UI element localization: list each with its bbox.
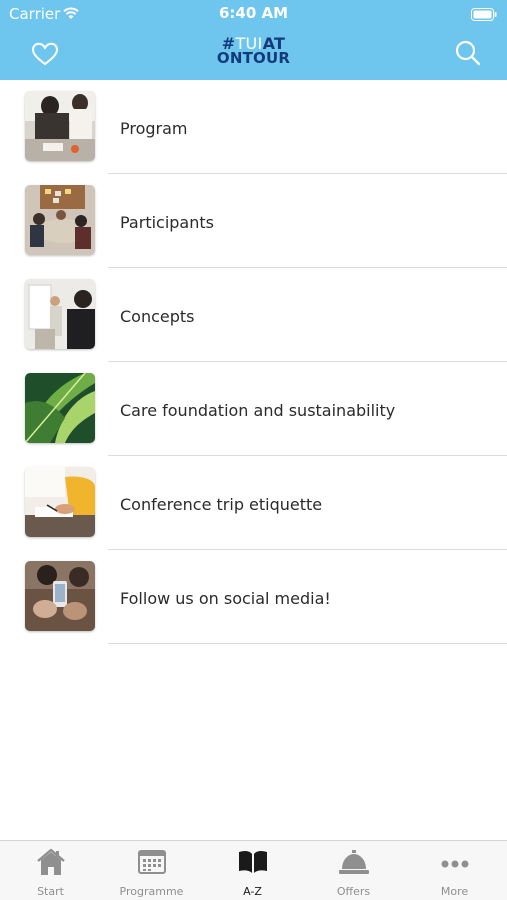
list-item-label: Program (120, 119, 188, 138)
tab-label: A-Z (243, 885, 262, 898)
list-item-label: Participants (120, 213, 214, 232)
list-item-participants[interactable]: Participants (0, 174, 507, 268)
navigation-bar: #TUIAT ONTOUR (0, 28, 507, 80)
participants-photo (25, 185, 95, 255)
calendar-icon (135, 847, 169, 877)
tab-label: More (440, 885, 469, 898)
status-bar: Carrier 6:40 AM (0, 0, 507, 28)
tab-more[interactable]: More (404, 841, 505, 900)
list-item-program[interactable]: Program (0, 80, 507, 174)
search-icon[interactable] (453, 38, 483, 68)
a-z-list: Program Participants Concepts Care found… (0, 80, 507, 644)
app-logo: #TUIAT ONTOUR (0, 36, 507, 66)
tab-offers[interactable]: Offers (303, 841, 404, 900)
writing-photo (25, 467, 95, 537)
tab-label: Start (37, 885, 64, 898)
tab-a-z[interactable]: A-Z (202, 841, 303, 900)
meeting-photo (25, 91, 95, 161)
list-item-label: Care foundation and sustainability (120, 401, 396, 420)
home-icon (34, 847, 68, 877)
tab-programme[interactable]: Programme (101, 841, 202, 900)
list-item-label: Concepts (120, 307, 195, 326)
clock-time: 6:40 AM (218, 4, 289, 22)
book-icon (236, 847, 270, 877)
divider (108, 643, 507, 644)
battery-icon (471, 6, 497, 25)
phone-photo (25, 561, 95, 631)
tab-start[interactable]: Start (0, 841, 101, 900)
list-item-label: Conference trip etiquette (120, 495, 323, 514)
tab-label: Programme (119, 885, 184, 898)
list-item-conference-trip-etiquette[interactable]: Conference trip etiquette (0, 456, 507, 550)
logo-ontour: ONTOUR (216, 49, 291, 67)
more-dots-icon (438, 847, 472, 877)
concepts-photo (25, 279, 95, 349)
list-item-care-foundation[interactable]: Care foundation and sustainability (0, 362, 507, 456)
top-bar: Carrier 6:40 AM #TUIAT ONTOUR (0, 0, 507, 80)
tab-bar: Start Programme A-Z Offers More (0, 840, 507, 900)
list-item-label: Follow us on social media! (120, 589, 331, 608)
list-item-social-media[interactable]: Follow us on social media! (0, 550, 507, 644)
tab-label: Offers (336, 885, 371, 898)
leaves-photo (25, 373, 95, 443)
list-item-concepts[interactable]: Concepts (0, 268, 507, 362)
service-bell-icon (337, 847, 371, 877)
